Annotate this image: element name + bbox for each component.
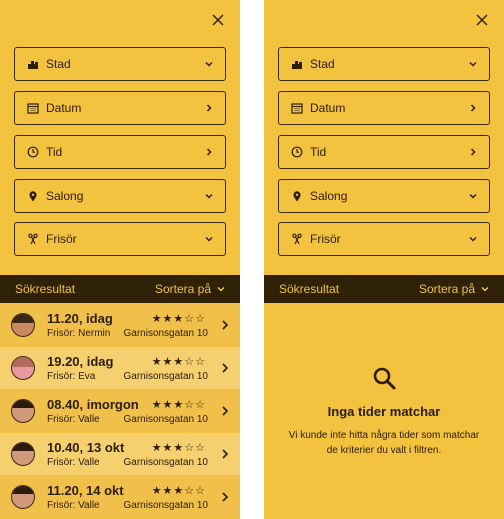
result-time: 10.40, 13 okt	[47, 440, 125, 455]
search-icon	[373, 367, 396, 390]
close-icon[interactable]	[474, 12, 490, 28]
location-pin-icon	[290, 189, 304, 203]
result-address: Garnisonsgatan 10	[123, 457, 208, 468]
avatar	[11, 485, 35, 509]
filter-barber[interactable]: Frisör	[14, 222, 226, 256]
chevron-down-icon	[217, 286, 225, 292]
result-address: Garnisonsgatan 10	[123, 414, 208, 425]
result-address: Garnisonsgatan 10	[123, 371, 208, 382]
city-icon	[26, 57, 40, 71]
chevron-down-icon	[467, 190, 479, 202]
filter-barber[interactable]: Frisör	[278, 222, 490, 256]
chevron-down-icon	[203, 233, 215, 245]
chevron-right-icon	[467, 146, 479, 158]
filter-city[interactable]: Stad	[278, 47, 490, 81]
search-panel-results: Stad Datum Tid Salong Frisör Sökresultat…	[0, 0, 240, 519]
result-info: 08.40, imorgon ★★★☆☆ Frisör: Valle Garniso…	[47, 397, 208, 425]
sort-button[interactable]: Sortera på	[155, 282, 226, 296]
empty-state-message: Vi kunde inte hitta några tider som matc…	[288, 430, 480, 456]
result-row[interactable]: 11.20, 14 okt ★★★☆☆ Frisör: Valle Garnison…	[0, 476, 240, 518]
filter-time[interactable]: Tid	[14, 135, 226, 169]
results-header: Sökresultat Sortera på	[264, 275, 504, 303]
close-icon[interactable]	[210, 12, 226, 28]
rating-stars: ★★★☆☆	[151, 442, 206, 454]
sort-label: Sortera på	[154, 282, 211, 296]
result-row[interactable]: 08.40, imorgon ★★★☆☆ Frisör: Valle Garniso…	[0, 390, 240, 432]
result-barber: Frisör: Valle	[47, 414, 100, 425]
result-barber: Frisör: Eva	[47, 371, 96, 382]
result-barber: Frisör: Valle	[47, 457, 100, 468]
result-barber: Frisör: Nermin	[47, 328, 111, 339]
result-time: 11.20, 14 okt	[47, 483, 124, 498]
chevron-right-icon	[220, 448, 230, 460]
result-info: 11.20, idag ★★★☆☆ Frisör: Nermin Garnisons…	[47, 311, 208, 339]
filter-label: Datum	[310, 101, 346, 115]
sort-label: Sortera på	[418, 282, 475, 296]
chevron-right-icon	[203, 102, 215, 114]
chevron-right-icon	[467, 102, 479, 114]
filter-label: Tid	[310, 145, 327, 159]
sort-button[interactable]: Sortera på	[419, 282, 490, 296]
result-row[interactable]: 10.40, 13 okt ★★★☆☆ Frisör: Valle Garnison…	[0, 433, 240, 475]
result-barber: Frisör: Valle	[47, 500, 100, 511]
filter-date[interactable]: Datum	[14, 91, 226, 125]
filter-date[interactable]: Datum	[278, 91, 490, 125]
clock-icon	[290, 145, 304, 159]
calendar-icon	[26, 101, 40, 115]
filter-city[interactable]: Stad	[14, 47, 226, 81]
filter-time[interactable]: Tid	[278, 135, 490, 169]
clock-icon	[26, 145, 40, 159]
filter-salon[interactable]: Salong	[14, 179, 226, 213]
avatar	[11, 442, 35, 466]
empty-state-title: Inga tider matchar	[327, 404, 441, 419]
avatar	[11, 399, 35, 423]
location-pin-icon	[26, 189, 40, 203]
chevron-down-icon	[203, 58, 215, 70]
filter-label: Stad	[46, 57, 71, 71]
rating-stars: ★★★☆☆	[151, 356, 206, 368]
result-info: 10.40, 13 okt ★★★☆☆ Frisör: Valle Garnison…	[47, 440, 208, 468]
scissors-icon	[26, 232, 40, 246]
chevron-down-icon	[203, 190, 215, 202]
chevron-right-icon	[220, 319, 230, 331]
chevron-down-icon	[467, 58, 479, 70]
filter-label: Salong	[310, 189, 348, 203]
rating-stars: ★★★☆☆	[151, 485, 206, 497]
chevron-right-icon	[220, 362, 230, 374]
search-panel-empty: Stad Datum Tid Salong Frisör Sökresultat…	[264, 0, 504, 519]
result-info: 11.20, 14 okt ★★★☆☆ Frisör: Valle Garnison…	[47, 483, 208, 511]
results-header: Sökresultat Sortera på	[0, 275, 240, 303]
result-row[interactable]: 11.20, idag ★★★☆☆ Frisör: Nermin Garnisons…	[0, 304, 240, 346]
filter-label: Tid	[46, 145, 63, 159]
result-row[interactable]: 19.20, idag ★★★☆☆ Frisör: Eva Garnisonsgat…	[0, 347, 240, 389]
rating-stars: ★★★☆☆	[151, 313, 206, 325]
filter-label: Datum	[46, 101, 82, 115]
filter-salon[interactable]: Salong	[278, 179, 490, 213]
chevron-right-icon	[220, 491, 230, 503]
result-info: 19.20, idag ★★★☆☆ Frisör: Eva Garnisonsgat…	[47, 354, 208, 382]
avatar	[11, 313, 35, 337]
scissors-icon	[290, 232, 304, 246]
chevron-right-icon	[220, 405, 230, 417]
result-address: Garnisonsgatan 10	[123, 500, 208, 511]
filter-label: Frisör	[310, 232, 341, 246]
results-title: Sökresultat	[279, 282, 340, 296]
filter-label: Stad	[310, 57, 335, 71]
filter-label: Frisör	[46, 232, 77, 246]
chevron-down-icon	[467, 233, 479, 245]
result-address: Garnisonsgatan 10	[123, 328, 208, 339]
chevron-down-icon	[481, 286, 489, 292]
calendar-icon	[290, 101, 304, 115]
result-time: 11.20, idag	[47, 311, 113, 326]
result-time: 08.40, imorgon	[47, 397, 139, 412]
chevron-right-icon	[203, 146, 215, 158]
results-title: Sökresultat	[15, 282, 76, 296]
avatar	[11, 356, 35, 380]
result-time: 19.20, idag	[47, 354, 114, 369]
city-icon	[290, 57, 304, 71]
filter-label: Salong	[46, 189, 84, 203]
rating-stars: ★★★☆☆	[151, 399, 206, 411]
